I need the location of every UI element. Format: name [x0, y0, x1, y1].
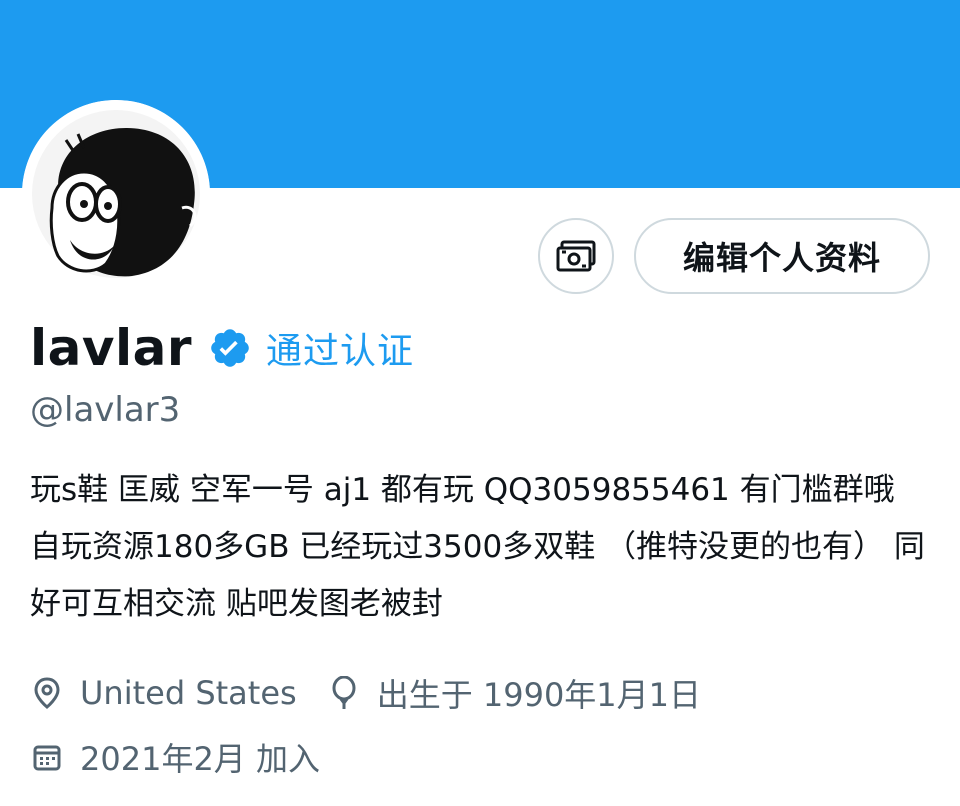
balloon-icon — [327, 676, 361, 710]
birthday-text: 出生于 1990年1月1日 — [376, 676, 702, 714]
profile-avatar[interactable] — [22, 100, 210, 288]
location-pin-icon — [30, 676, 64, 710]
verified-label[interactable]: 通过认证 — [266, 322, 414, 374]
tip-button[interactable] — [538, 218, 614, 294]
money-icon — [556, 240, 596, 272]
verified-badge-icon[interactable] — [208, 326, 252, 370]
meta-row-joined: 2021年2月 加入 — [30, 734, 320, 780]
profile-page: 编辑个人资料 lavlar 通过认证 @lavlar3 玩s鞋 匡威 空军一号 … — [0, 0, 960, 806]
user-handle: @lavlar3 — [30, 390, 181, 430]
name-row: lavlar 通过认证 — [30, 316, 414, 380]
meta-row-location-birthday: United States 出生于 1990年1月1日 — [30, 670, 701, 716]
joined-text: 2021年2月 加入 — [80, 740, 320, 778]
location-text: United States — [80, 674, 297, 712]
profile-bio: 玩s鞋 匡威 空军一号 aj1 都有玩 QQ3059855461 有门槛群哦 自… — [30, 472, 925, 622]
edit-profile-button[interactable]: 编辑个人资料 — [634, 218, 930, 294]
display-name: lavlar — [30, 319, 193, 377]
calendar-icon — [30, 740, 64, 774]
edit-profile-label: 编辑个人资料 — [682, 239, 881, 277]
avatar-image — [22, 100, 210, 288]
